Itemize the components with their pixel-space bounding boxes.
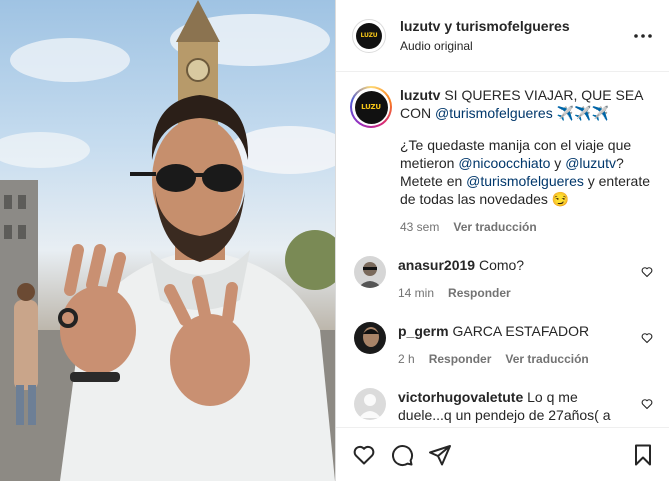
heart-icon[interactable] [641,266,653,281]
comment-icon[interactable] [390,443,414,467]
share-icon[interactable] [428,443,452,467]
post-header: LUZU luzutv y turismofelgueres Audio ori… [336,0,669,72]
post-image [0,0,335,481]
more-options-icon[interactable] [631,24,655,48]
audio-link[interactable]: Audio original [400,39,631,53]
header-title: luzutv y turismofelgueres [400,18,631,34]
caption-username[interactable]: luzutv [400,87,440,103]
header-connector: y [444,18,453,34]
comment-username[interactable]: p_germ [398,323,449,339]
commenter-avatar[interactable] [354,322,386,354]
mention-link[interactable]: @turismofelgueres [466,173,584,189]
comment-item: anasur2019 Como? 14 min Responder [350,256,653,302]
author-username-link[interactable]: luzutv [400,18,440,34]
caption-avatar[interactable]: LUZU [350,86,392,128]
emoji-smirk: 😏 [551,191,570,207]
comment-time[interactable]: 14 min [398,284,434,302]
author-avatar[interactable]: LUZU [352,18,386,53]
post-media[interactable] [0,0,335,481]
see-translation-button[interactable]: Ver traducción [505,350,588,368]
caption-time[interactable]: 43 sem [400,218,439,236]
comments-list[interactable]: LUZU luzutv SI QUERES VIAJAR, QUE SEA CO… [336,72,669,427]
emoji-airplanes: ✈️✈️✈️ [556,105,609,121]
mention-link[interactable]: @turismofelgueres [435,105,553,121]
collaborator-username-link[interactable]: turismofelgueres [456,18,570,34]
comment-item: p_germ GARCA ESTAFADOR 2 h Responder Ver… [350,322,653,368]
comment-item: victorhugovaletute Lo q me duele...q un … [350,388,653,424]
action-bar [336,427,669,481]
commenter-avatar[interactable] [354,256,386,288]
comment-username[interactable]: victorhugovaletute [398,389,523,405]
mention-link[interactable]: @luzutv [565,155,616,171]
heart-icon[interactable] [641,398,653,413]
caption-text: y [554,155,562,171]
heart-icon[interactable] [352,443,376,467]
reply-button[interactable]: Responder [429,350,492,368]
comment-username[interactable]: anasur2019 [398,257,475,273]
caption-body: luzutv SI QUERES VIAJAR, QUE SEA CON @tu… [400,86,653,236]
see-translation-button[interactable]: Ver traducción [453,218,536,236]
comment-text: Como? [478,257,525,273]
comment-text: GARCA ESTAFADOR [452,323,590,339]
post-sidebar: LUZU luzutv y turismofelgueres Audio ori… [335,0,669,481]
reply-button[interactable]: Responder [448,284,511,302]
heart-icon[interactable] [641,332,653,347]
mention-link[interactable]: @nicoocchiato [458,155,550,171]
commenter-avatar[interactable] [354,388,386,420]
avatar-logo-text: LUZU [360,32,378,39]
bookmark-icon[interactable] [631,443,655,467]
post-caption: LUZU luzutv SI QUERES VIAJAR, QUE SEA CO… [350,86,653,236]
comment-time[interactable]: 2 h [398,350,415,368]
caption-avatar-logo-text: LUZU [361,103,381,111]
